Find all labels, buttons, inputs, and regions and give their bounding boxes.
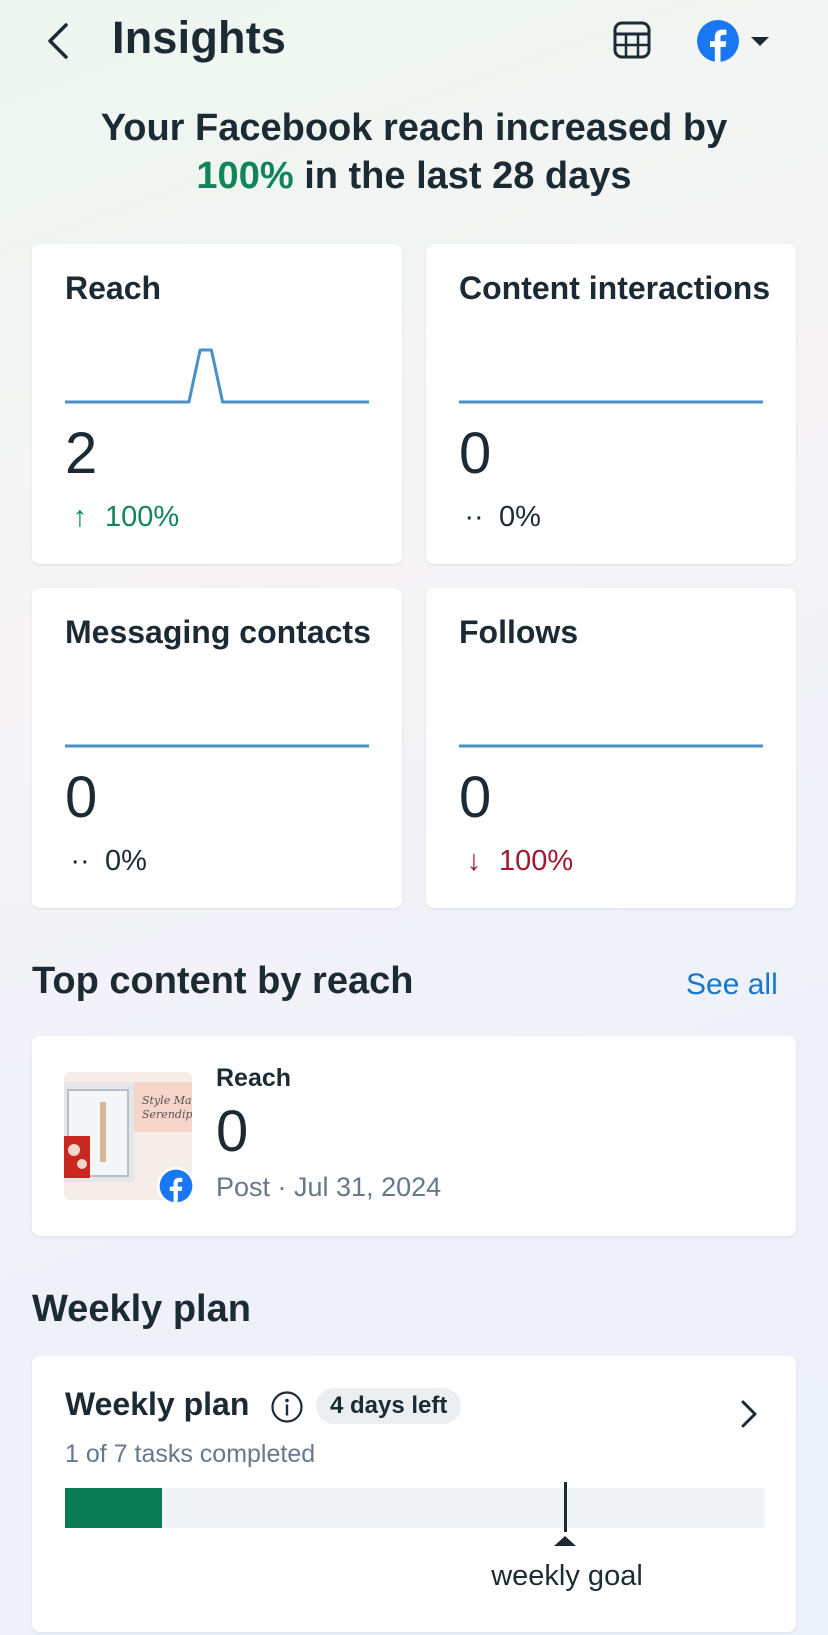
weekly-plan-title: Weekly plan: [65, 1386, 250, 1422]
facebook-logo-icon: [156, 1166, 196, 1206]
top-content-heading: Top content by reach: [32, 960, 414, 1002]
metric-title: Content interactions: [459, 270, 771, 306]
metric-card-follows[interactable]: Follows 0 ↓ 100%: [426, 588, 796, 908]
metric-change: ↓ 100%: [459, 844, 573, 878]
metric-title: Reach: [65, 270, 162, 306]
metric-card-messaging-contacts[interactable]: Messaging contacts 0 ·· 0%: [32, 588, 402, 908]
weekly-progress-fill: [65, 1488, 162, 1528]
metric-change: ↑ 100%: [65, 500, 179, 534]
weekly-plan-card[interactable]: Weekly plan 4 days left 1 of 7 tasks com…: [32, 1356, 796, 1632]
post-metric-label: Reach: [216, 1064, 292, 1092]
post-meta: Post · Jul 31, 2024: [216, 1172, 442, 1202]
table-icon: [613, 21, 651, 59]
weekly-goal-label: weekly goal: [491, 1560, 643, 1592]
back-arrow-icon: [48, 23, 68, 59]
see-all-link[interactable]: See all: [686, 968, 778, 1002]
headline-line-1: Your Facebook reach increased by: [100, 107, 728, 149]
back-button[interactable]: [36, 14, 80, 68]
metric-change-value: 100%: [499, 845, 574, 877]
content-interactions-sparkline: [459, 400, 763, 404]
down-arrow-icon: ↓: [466, 845, 482, 877]
goal-pointer-icon: [554, 1536, 576, 1546]
metric-change-value: 0%: [105, 845, 147, 877]
up-arrow-icon: ↑: [72, 501, 88, 533]
post-metric-value: 0: [216, 1099, 249, 1164]
caret-down-icon: [751, 37, 769, 46]
facebook-logo-icon: [697, 20, 739, 63]
reach-summary-headline: Your Facebook reach increased by 100% in…: [0, 104, 828, 200]
account-switcher[interactable]: [696, 14, 780, 68]
top-bar: Insights: [0, 0, 828, 84]
days-left-badge: 4 days left: [316, 1388, 462, 1424]
metric-title: Messaging contacts: [65, 614, 371, 650]
post-thumbnail-text: Style Ma Serendip: [142, 1094, 192, 1121]
top-post-card[interactable]: Style Ma Serendip Reach 0 Post · Jul 31,…: [32, 1036, 796, 1236]
info-icon[interactable]: [270, 1390, 304, 1424]
messaging-contacts-sparkline: [65, 744, 369, 748]
metric-value: 2: [65, 421, 98, 486]
sparkline-path: [65, 348, 369, 404]
metric-change-value: 100%: [105, 501, 180, 533]
metric-value: 0: [459, 765, 492, 830]
no-change-icon: ··: [70, 845, 90, 877]
metric-title: Follows: [459, 614, 579, 650]
metric-change-value: 0%: [499, 501, 541, 533]
chevron-right-icon[interactable]: [734, 1394, 764, 1434]
weekly-plan-heading: Weekly plan: [32, 1288, 251, 1330]
metric-card-content-interactions[interactable]: Content interactions 0 ·· 0%: [426, 244, 796, 564]
tasks-completed-text: 1 of 7 tasks completed: [65, 1440, 316, 1468]
headline-suffix: in the last 28 days: [304, 155, 632, 197]
headline-percent: 100%: [196, 155, 294, 197]
metric-value: 0: [459, 421, 492, 486]
metric-change: ·· 0%: [459, 500, 541, 534]
metric-value: 0: [65, 765, 98, 830]
reach-sparkline: [65, 348, 369, 404]
metric-card-reach[interactable]: Reach 2 ↑ 100%: [32, 244, 402, 564]
weekly-goal-marker: [564, 1482, 567, 1532]
headline-line-2: 100% in the last 28 days: [0, 152, 828, 200]
weekly-progress-bar: [65, 1488, 765, 1528]
metric-change: ·· 0%: [65, 844, 147, 878]
export-table-button[interactable]: [608, 16, 656, 64]
follows-sparkline: [459, 744, 763, 748]
page-title: Insights: [112, 12, 287, 63]
no-change-icon: ··: [464, 501, 484, 533]
